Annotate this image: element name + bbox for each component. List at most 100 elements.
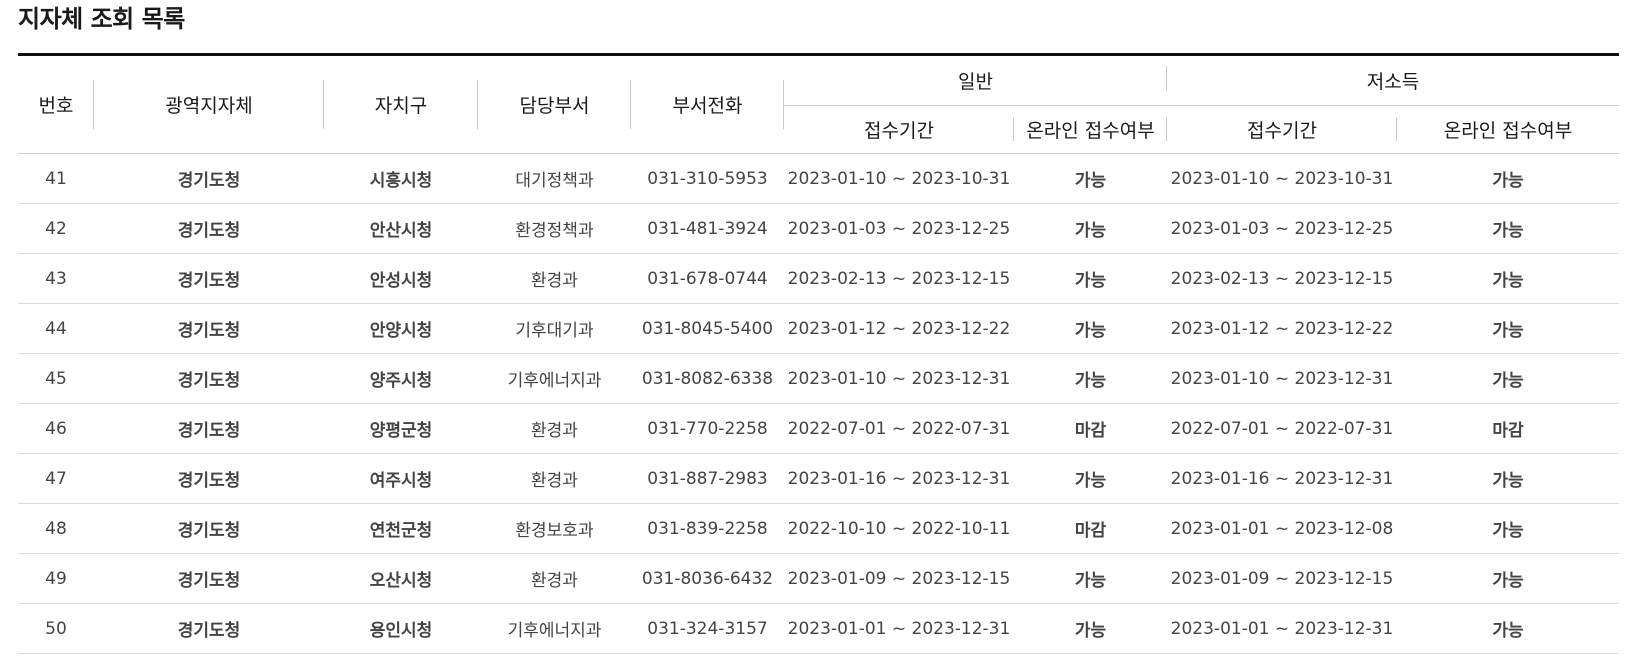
table-row[interactable]: 44 경기도청 안양시청 기후대기과 031-8045-5400 2023-01… — [18, 303, 1620, 354]
cell-general-period: 2022-07-01 ~ 2022-07-31 — [784, 403, 1014, 454]
cell-general-period: 2022-10-10 ~ 2022-10-11 — [784, 503, 1014, 554]
cell-phone: 031-481-3924 — [631, 203, 784, 254]
cell-general-online-status: 가능 — [1014, 553, 1167, 604]
table-header: 번호 광역지자체 자치구 담당부서 부서전화 일반 저소득 접수기간 온라인 접… — [18, 56, 1620, 154]
header-row-top: 번호 광역지자체 자치구 담당부서 부서전화 일반 저소득 — [18, 56, 1620, 154]
cell-province: 경기도청 — [94, 553, 324, 604]
cell-general-online-status: 가능 — [1014, 253, 1167, 304]
cell-department: 환경보호과 — [478, 503, 631, 554]
table-row[interactable]: 45 경기도청 양주시청 기후에너지과 031-8082-6338 2023-0… — [18, 353, 1620, 404]
cell-department: 환경과 — [478, 453, 631, 504]
cell-district: 안양시청 — [324, 303, 478, 354]
cell-low-income-period: 2023-01-16 ~ 2023-12-31 — [1167, 453, 1397, 504]
cell-general-period: 2023-01-01 ~ 2023-12-31 — [784, 603, 1014, 654]
cell-department: 환경정책과 — [478, 203, 631, 254]
municipality-list-table: 번호 광역지자체 자치구 담당부서 부서전화 일반 저소득 접수기간 온라인 접… — [18, 56, 1620, 654]
cell-low-income-period: 2023-02-13 ~ 2023-12-15 — [1167, 253, 1397, 304]
cell-district: 연천군청 — [324, 503, 478, 554]
cell-province: 경기도청 — [94, 453, 324, 504]
cell-low-income-online-status: 가능 — [1397, 253, 1620, 304]
cell-phone: 031-887-2983 — [631, 453, 784, 504]
cell-province: 경기도청 — [94, 203, 324, 254]
cell-low-income-online-status: 가능 — [1397, 553, 1620, 604]
page-title: 지자체 조회 목록 — [18, 5, 185, 33]
header-group-general: 일반 — [784, 56, 1167, 106]
header-low-income-period: 접수기간 — [1167, 105, 1397, 154]
cell-general-period: 2023-01-16 ~ 2023-12-31 — [784, 453, 1014, 504]
cell-department: 대기정책과 — [478, 153, 631, 204]
table-row[interactable]: 41 경기도청 시흥시청 대기정책과 031-310-5953 2023-01-… — [18, 153, 1620, 204]
header-department: 담당부서 — [478, 56, 631, 154]
header-general-period: 접수기간 — [784, 105, 1014, 154]
cell-number: 42 — [18, 203, 94, 254]
cell-low-income-period: 2023-01-12 ~ 2023-12-22 — [1167, 303, 1397, 354]
cell-phone: 031-310-5953 — [631, 153, 784, 204]
cell-province: 경기도청 — [94, 303, 324, 354]
cell-number: 45 — [18, 353, 94, 404]
cell-low-income-online-status: 가능 — [1397, 203, 1620, 254]
cell-general-online-status: 가능 — [1014, 203, 1167, 254]
cell-general-online-status: 가능 — [1014, 453, 1167, 504]
cell-district: 여주시청 — [324, 453, 478, 504]
cell-phone: 031-8045-5400 — [631, 303, 784, 354]
cell-low-income-online-status: 가능 — [1397, 453, 1620, 504]
cell-low-income-period: 2022-07-01 ~ 2022-07-31 — [1167, 403, 1397, 454]
cell-district: 양평군청 — [324, 403, 478, 454]
cell-general-period: 2023-01-10 ~ 2023-10-31 — [784, 153, 1014, 204]
header-district: 자치구 — [324, 56, 478, 154]
cell-district: 오산시청 — [324, 553, 478, 604]
cell-phone: 031-770-2258 — [631, 403, 784, 454]
cell-low-income-period: 2023-01-01 ~ 2023-12-08 — [1167, 503, 1397, 554]
cell-general-period: 2023-01-12 ~ 2023-12-22 — [784, 303, 1014, 354]
cell-phone: 031-678-0744 — [631, 253, 784, 304]
cell-low-income-online-status: 가능 — [1397, 353, 1620, 404]
cell-number: 41 — [18, 153, 94, 204]
header-low-income-online: 온라인 접수여부 — [1397, 105, 1620, 154]
cell-district: 용인시청 — [324, 603, 478, 654]
cell-phone: 031-8082-6338 — [631, 353, 784, 404]
cell-phone: 031-8036-6432 — [631, 553, 784, 604]
cell-low-income-online-status: 마감 — [1397, 403, 1620, 454]
table-row[interactable]: 42 경기도청 안산시청 환경정책과 031-481-3924 2023-01-… — [18, 203, 1620, 254]
cell-province: 경기도청 — [94, 353, 324, 404]
table-row[interactable]: 50 경기도청 용인시청 기후에너지과 031-324-3157 2023-01… — [18, 603, 1620, 654]
cell-general-online-status: 마감 — [1014, 503, 1167, 554]
cell-district: 양주시청 — [324, 353, 478, 404]
table-row[interactable]: 47 경기도청 여주시청 환경과 031-887-2983 2023-01-16… — [18, 453, 1620, 504]
cell-department: 환경과 — [478, 553, 631, 604]
cell-low-income-period: 2023-01-01 ~ 2023-12-31 — [1167, 603, 1397, 654]
table-body: 41 경기도청 시흥시청 대기정책과 031-310-5953 2023-01-… — [18, 153, 1620, 654]
cell-general-period: 2023-01-10 ~ 2023-12-31 — [784, 353, 1014, 404]
cell-number: 49 — [18, 553, 94, 604]
cell-general-online-status: 가능 — [1014, 603, 1167, 654]
cell-low-income-online-status: 가능 — [1397, 153, 1620, 204]
cell-low-income-online-status: 가능 — [1397, 603, 1620, 654]
cell-number: 43 — [18, 253, 94, 304]
page: 지자체 조회 목록 번호 광역지자체 자치구 담당부서 부서전화 일반 저소득 — [0, 0, 1635, 667]
table-row[interactable]: 43 경기도청 안성시청 환경과 031-678-0744 2023-02-13… — [18, 253, 1620, 304]
header-province: 광역지자체 — [94, 56, 324, 154]
table-row[interactable]: 46 경기도청 양평군청 환경과 031-770-2258 2022-07-01… — [18, 403, 1620, 454]
table-row[interactable]: 48 경기도청 연천군청 환경보호과 031-839-2258 2022-10-… — [18, 503, 1620, 554]
cell-province: 경기도청 — [94, 153, 324, 204]
cell-department: 기후에너지과 — [478, 603, 631, 654]
cell-low-income-period: 2023-01-03 ~ 2023-12-25 — [1167, 203, 1397, 254]
cell-low-income-period: 2023-01-10 ~ 2023-12-31 — [1167, 353, 1397, 404]
cell-province: 경기도청 — [94, 503, 324, 554]
header-general-online: 온라인 접수여부 — [1014, 105, 1167, 154]
cell-province: 경기도청 — [94, 603, 324, 654]
cell-number: 44 — [18, 303, 94, 354]
cell-low-income-online-status: 가능 — [1397, 303, 1620, 354]
cell-district: 안성시청 — [324, 253, 478, 304]
cell-province: 경기도청 — [94, 403, 324, 454]
cell-general-online-status: 마감 — [1014, 403, 1167, 454]
table-row[interactable]: 49 경기도청 오산시청 환경과 031-8036-6432 2023-01-0… — [18, 553, 1620, 604]
header-phone: 부서전화 — [631, 56, 784, 154]
header-number: 번호 — [18, 56, 94, 154]
cell-number: 48 — [18, 503, 94, 554]
cell-general-period: 2023-01-03 ~ 2023-12-25 — [784, 203, 1014, 254]
cell-general-period: 2023-02-13 ~ 2023-12-15 — [784, 253, 1014, 304]
cell-general-online-status: 가능 — [1014, 353, 1167, 404]
cell-department: 기후에너지과 — [478, 353, 631, 404]
cell-department: 환경과 — [478, 253, 631, 304]
